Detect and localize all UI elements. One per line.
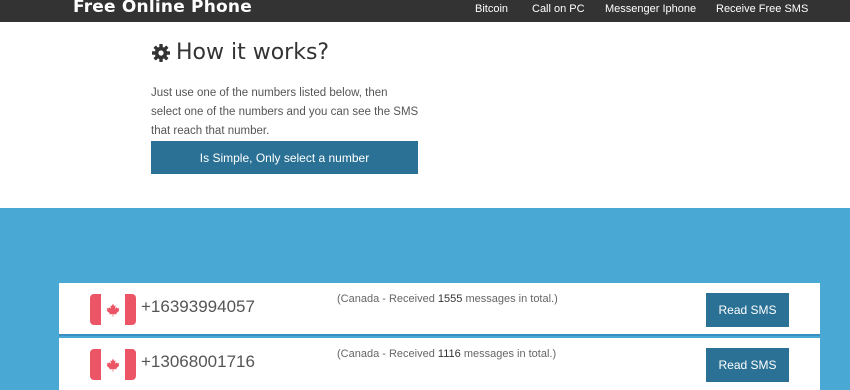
received-count-info: (Canada - Received 1555 messages in tota… <box>337 293 558 305</box>
nav-link-call-on-pc[interactable]: Call on PC <box>532 3 585 15</box>
phone-number[interactable]: +16393994057 <box>141 297 255 317</box>
read-sms-button[interactable]: Read SMS <box>706 293 789 327</box>
received-prefix: (Canada - Received <box>337 348 435 360</box>
description-line: select one of the numbers and you can se… <box>151 106 419 118</box>
select-number-button[interactable]: Is Simple, Only select a number <box>151 141 418 174</box>
gear-icon <box>152 43 170 62</box>
canada-flag-icon <box>90 349 136 380</box>
nav-link-messenger-iphone[interactable]: Messenger Iphone <box>605 3 696 15</box>
how-it-works-heading: How it works? <box>151 40 329 65</box>
received-suffix: messages in total.) <box>465 293 558 305</box>
number-row[interactable]: +13068001716 (Canada - Received 1116 mes… <box>59 338 820 390</box>
phone-number[interactable]: +13068001716 <box>141 352 255 372</box>
how-it-works-section: How it works? <box>151 40 329 65</box>
received-count: 1116 <box>437 348 461 360</box>
site-brand[interactable]: Free Online Phone <box>73 0 252 17</box>
received-count-info: (Canada - Received 1116 messages in tota… <box>337 348 556 360</box>
description-line: that reach that number. <box>151 125 270 137</box>
description-line: Just use one of the numbers listed below… <box>151 87 388 99</box>
received-suffix: messages in total.) <box>463 348 557 360</box>
top-navbar: Free Online Phone Bitcoin Call on PC Mes… <box>0 0 850 22</box>
nav-link-receive-free-sms[interactable]: Receive Free SMS <box>716 3 808 15</box>
received-count: 1555 <box>437 293 463 305</box>
canada-flag-icon <box>90 294 136 325</box>
read-sms-button[interactable]: Read SMS <box>706 348 789 382</box>
number-row[interactable]: +16393994057 (Canada - Received 1555 mes… <box>59 283 820 336</box>
how-it-works-title: How it works? <box>176 40 330 65</box>
nav-link-bitcoin[interactable]: Bitcoin <box>475 3 508 15</box>
received-prefix: (Canada - Received <box>337 293 435 305</box>
how-it-works-description: Just use one of the numbers listed below… <box>151 84 426 141</box>
